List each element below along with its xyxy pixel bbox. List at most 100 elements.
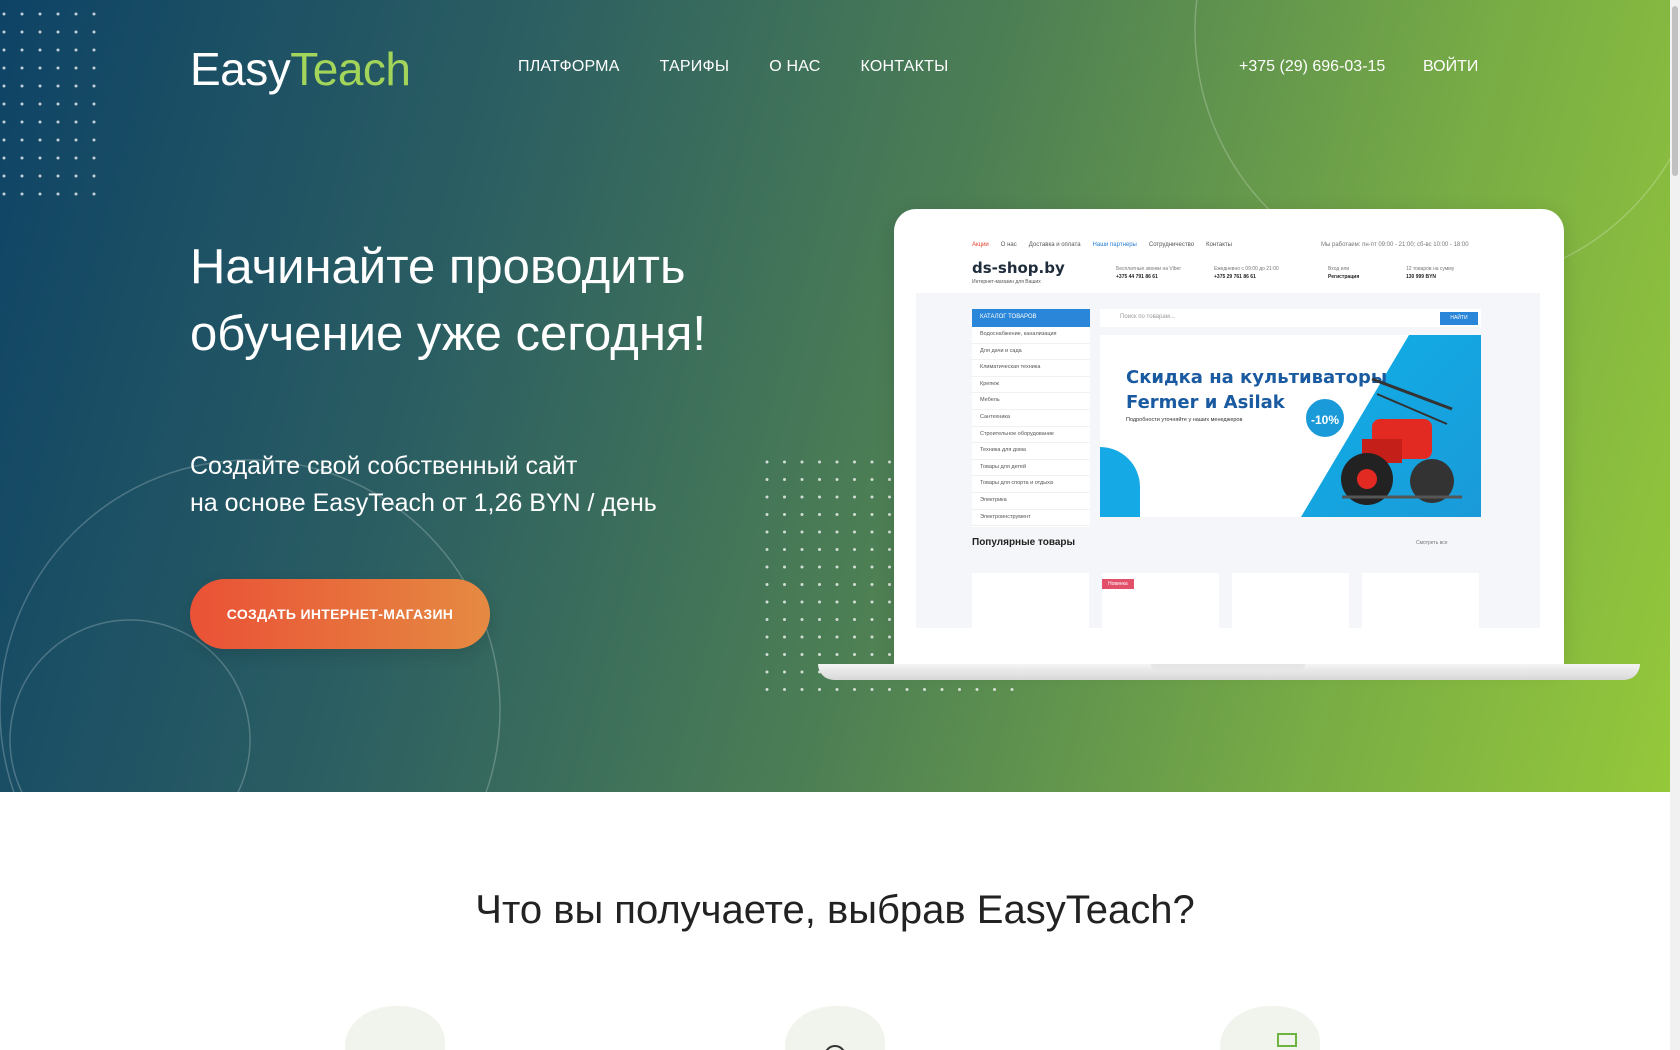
decor-dot bbox=[888, 495, 891, 499]
decor-dot bbox=[2, 12, 6, 16]
features-title: Что вы получаете, выбрав EasyTeach? bbox=[475, 888, 1195, 932]
mockup-phone-1-number: +375 44 791 86 61 bbox=[1116, 274, 1158, 280]
mockup-product-card bbox=[1232, 573, 1349, 628]
hero-section: EasyTeach ПЛАТФОРМА ТАРИФЫ О НАС КОНТАКТ… bbox=[0, 0, 1670, 792]
decor-dot bbox=[800, 670, 804, 674]
decor-dot bbox=[993, 688, 996, 691]
decor-dot bbox=[20, 102, 24, 106]
decor-dot bbox=[92, 84, 96, 88]
mockup-search-button: НАЙТИ bbox=[1440, 312, 1478, 325]
mockup-category: Водоснабжение, канализация bbox=[972, 327, 1090, 344]
mockup-banner: Скидка на культиваторы Fermer и Asilak П… bbox=[1100, 335, 1481, 517]
decor-dot bbox=[74, 84, 78, 88]
decor-dot bbox=[765, 583, 769, 586]
decor-dot bbox=[870, 600, 874, 604]
decor-dot bbox=[74, 192, 78, 196]
decor-dot bbox=[888, 530, 891, 534]
decor-dot bbox=[888, 688, 891, 691]
decor-dot bbox=[870, 635, 874, 639]
hero-subtitle-line2: на основе EasyTeach от 1,26 BYN / день bbox=[190, 489, 657, 517]
decor-dot bbox=[818, 565, 821, 569]
header-phone[interactable]: +375 (29) 696-03-15 bbox=[1239, 58, 1385, 76]
decor-dot bbox=[853, 583, 856, 586]
decor-dot bbox=[800, 460, 804, 464]
decor-dot bbox=[92, 156, 96, 160]
scrollbar-thumb[interactable] bbox=[1672, 6, 1678, 176]
mockup-phone-2-number: +375 29 761 86 61 bbox=[1214, 274, 1256, 280]
decor-dot bbox=[56, 66, 60, 70]
decor-dot bbox=[783, 653, 786, 656]
support-icon bbox=[1277, 1033, 1297, 1047]
page-scrollbar[interactable] bbox=[1670, 0, 1680, 1050]
laptop-base bbox=[818, 664, 1640, 680]
decor-dot bbox=[38, 138, 42, 142]
decor-dot bbox=[38, 102, 42, 106]
create-store-button[interactable]: СОЗДАТЬ ИНТЕРНЕТ-МАГАЗИН bbox=[190, 579, 490, 649]
login-link[interactable]: ВОЙТИ bbox=[1423, 58, 1478, 76]
mockup-category: Строительное оборудование bbox=[972, 427, 1090, 444]
mockup-menu-item: Акции bbox=[972, 242, 989, 248]
mockup-new-badge: Новинка bbox=[1102, 579, 1134, 589]
hero-headline: Начинайте проводить обучение уже сегодня… bbox=[190, 240, 707, 361]
decor-dot bbox=[20, 192, 24, 196]
decor-dot bbox=[800, 653, 804, 656]
decor-dot bbox=[870, 495, 874, 499]
decor-dot bbox=[835, 530, 839, 534]
nav-item-about[interactable]: О НАС bbox=[769, 58, 820, 76]
nav-item-tariffs[interactable]: ТАРИФЫ bbox=[660, 58, 730, 76]
decor-dot bbox=[92, 138, 96, 142]
decor-dot bbox=[870, 530, 874, 534]
decor-dot bbox=[853, 600, 856, 604]
mockup-category: Климатическая техника bbox=[972, 360, 1090, 377]
decor-dot bbox=[870, 583, 874, 586]
decor-dot bbox=[92, 30, 96, 34]
nav-item-contacts[interactable]: КОНТАКТЫ bbox=[861, 58, 949, 76]
decor-dot bbox=[835, 513, 839, 516]
decor-dot bbox=[818, 618, 821, 621]
decor-dot bbox=[870, 618, 874, 621]
decor-dot bbox=[765, 653, 769, 656]
gear-icon bbox=[825, 1045, 845, 1050]
decor-dot bbox=[853, 688, 856, 691]
decor-dot bbox=[783, 618, 786, 621]
decor-dot bbox=[56, 174, 60, 178]
decor-dot bbox=[818, 513, 821, 516]
decor-dot bbox=[56, 138, 60, 142]
decor-dot bbox=[888, 513, 891, 516]
decor-dot bbox=[853, 618, 856, 621]
mockup-catalog-button: КАТАЛОГ ТОВАРОВ bbox=[972, 309, 1090, 327]
decor-dot bbox=[765, 565, 769, 569]
nav-item-platform[interactable]: ПЛАТФОРМА bbox=[518, 58, 620, 76]
decor-dot bbox=[56, 120, 60, 124]
mockup-phone-1-label: Бесплатные звонки на Viber bbox=[1116, 266, 1181, 272]
decor-dot bbox=[853, 548, 856, 551]
decor-dot bbox=[783, 688, 786, 691]
decor-dot bbox=[74, 102, 78, 106]
decor-dot bbox=[818, 600, 821, 604]
mockup-hours: Мы работаем: пн-пт 09:00 - 21:00; сб-вс … bbox=[1321, 242, 1469, 248]
decor-dot bbox=[38, 156, 42, 160]
mockup-account-link: Регистрация bbox=[1328, 274, 1360, 280]
mockup-phone-2-label: Ежедневно с 09:00 до 21:00 bbox=[1214, 266, 1279, 272]
decor-dot bbox=[800, 478, 804, 481]
decor-dot bbox=[56, 156, 60, 160]
decor-dot bbox=[800, 495, 804, 499]
logo-text-easy: Easy bbox=[190, 43, 291, 95]
decor-dot bbox=[56, 102, 60, 106]
decor-dot bbox=[765, 635, 769, 639]
mockup-header: Акции О нас Доставка и оплата Наши партн… bbox=[916, 237, 1540, 293]
mockup-category-list: Водоснабжение, канализация Для дачи и са… bbox=[972, 327, 1090, 527]
logo[interactable]: EasyTeach bbox=[190, 45, 411, 93]
decor-dot bbox=[783, 583, 786, 586]
mockup-category: Товары для спорта и отдыха bbox=[972, 476, 1090, 493]
decor-dot bbox=[818, 583, 821, 586]
laptop-mockup: Акции О нас Доставка и оплата Наши партн… bbox=[894, 209, 1564, 665]
main-nav: ПЛАТФОРМА ТАРИФЫ О НАС КОНТАКТЫ bbox=[518, 58, 988, 76]
mockup-discount-badge: -10% bbox=[1304, 397, 1346, 439]
decor-dot bbox=[92, 120, 96, 124]
mockup-shop-logo: ds-shop.by bbox=[972, 259, 1065, 277]
mockup-banner-shape bbox=[1100, 447, 1140, 517]
decor-dot bbox=[2, 48, 6, 52]
decor-dot bbox=[74, 30, 78, 34]
decor-dot bbox=[870, 478, 874, 481]
